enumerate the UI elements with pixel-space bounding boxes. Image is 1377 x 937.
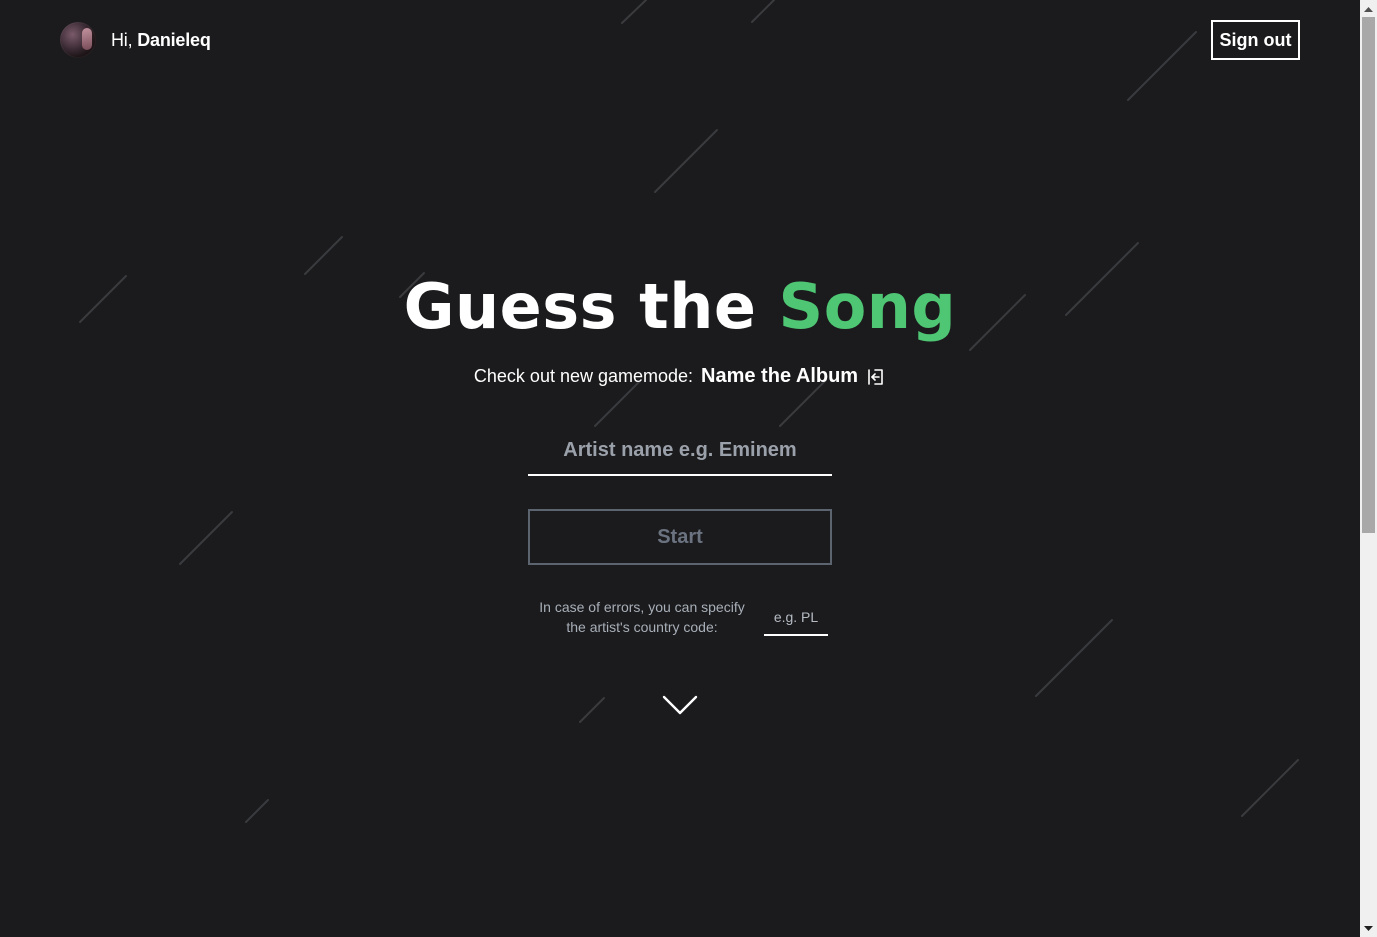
chevron-down-icon[interactable]	[662, 692, 698, 718]
greeting-text: Hi, Danieleq	[111, 30, 211, 51]
start-button[interactable]: Start	[528, 509, 832, 565]
caret-up-icon	[1364, 6, 1373, 12]
gamemode-promo-text: Check out new gamemode:	[473, 366, 694, 386]
caret-down-icon	[1364, 925, 1373, 931]
artist-name-input[interactable]	[528, 426, 832, 476]
user-greeting: Hi, Danieleq	[60, 22, 211, 58]
country-code-row: In case of errors, you can specify the a…	[528, 597, 832, 637]
title-main: Guess the	[403, 270, 779, 343]
title-accent: Song	[778, 270, 957, 343]
scroll-down-arrow[interactable]	[1360, 920, 1377, 937]
name-the-album-link[interactable]: Name the Album	[701, 365, 886, 388]
name-the-album-link-label: Name the Album	[701, 365, 859, 387]
page: Hi, Danieleq Sign out Guess the Song Che…	[0, 0, 1360, 937]
scroll-up-arrow[interactable]	[1360, 0, 1377, 17]
greeting-prefix: Hi,	[111, 29, 138, 50]
sign-out-button[interactable]: Sign out	[1211, 20, 1300, 60]
page-title: Guess the Song	[0, 270, 1360, 343]
country-code-hint: In case of errors, you can specify the a…	[539, 599, 745, 635]
gamemode-promo: Check out new gamemode: Name the Album	[0, 365, 1360, 388]
enter-icon	[868, 368, 883, 385]
username: Danieleq	[137, 29, 211, 50]
country-code-input[interactable]	[764, 600, 828, 636]
avatar[interactable]	[60, 22, 96, 58]
scrollbar-thumb[interactable]	[1362, 17, 1375, 533]
vertical-scrollbar[interactable]	[1360, 0, 1377, 937]
